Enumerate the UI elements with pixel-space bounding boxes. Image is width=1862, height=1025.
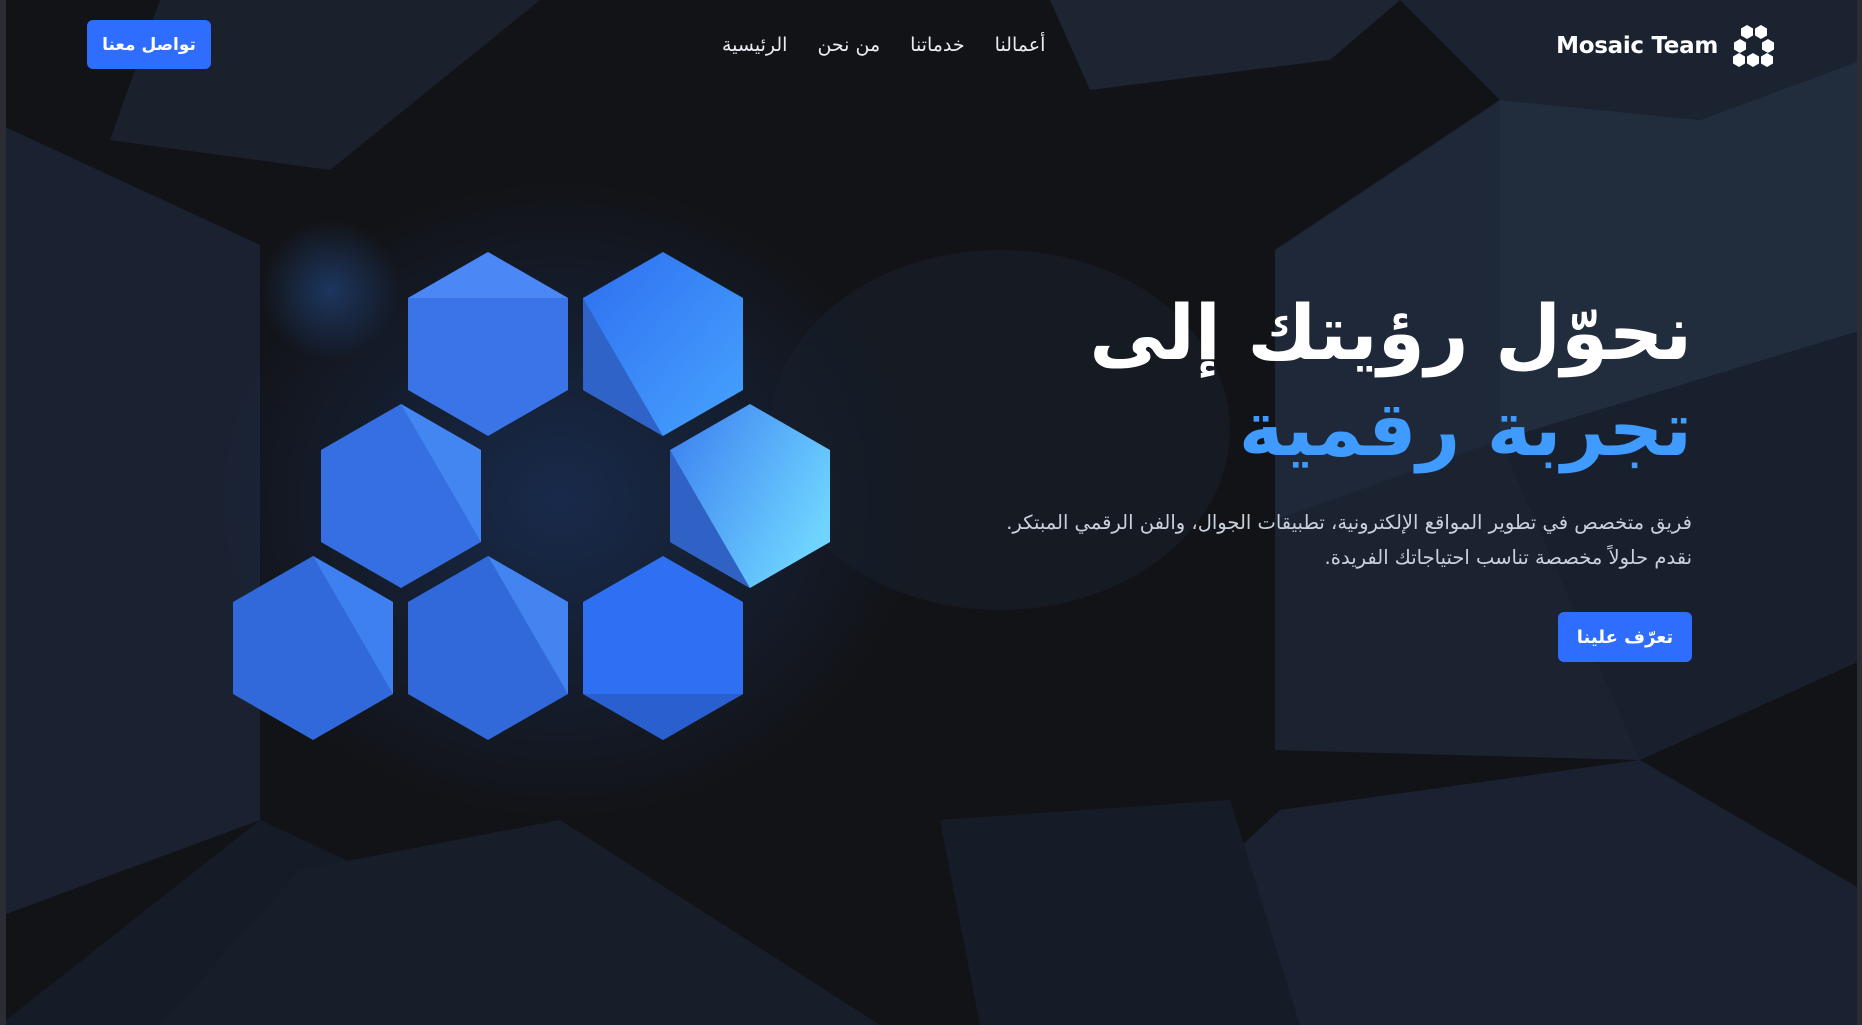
hexagon-cluster-icon xyxy=(1733,25,1774,67)
main-nav: الرئيسية من نحن خدماتنا أعمالنا xyxy=(722,30,1045,60)
hex-tile xyxy=(408,556,568,740)
nav-link-home[interactable]: الرئيسية xyxy=(722,30,787,60)
window-edge-right xyxy=(1857,0,1862,1025)
hero-description: فريق متخصص في تطوير المواقع الإلكترونية،… xyxy=(1006,511,1692,569)
hex-tile xyxy=(408,252,568,436)
hex-tile xyxy=(321,404,481,588)
brand-name: Mosaic Team xyxy=(1556,33,1718,59)
nav-link-services[interactable]: خدماتنا xyxy=(910,30,965,60)
hex-tile xyxy=(233,556,393,740)
hexagon-mosaic-illustration xyxy=(233,252,830,740)
hex-tile xyxy=(583,556,743,740)
brand-logo[interactable]: Mosaic Team xyxy=(1556,22,1780,70)
hero-title-line1: نحوّل رؤيتك إلى xyxy=(1089,288,1692,377)
hero-title-accent: تجربة رقمية xyxy=(1238,384,1692,473)
hex-tile xyxy=(670,404,830,588)
nav-link-about[interactable]: من نحن xyxy=(817,30,880,60)
top-navbar: Mosaic Team الرئيسية من نحن خدماتنا أعما… xyxy=(0,0,1862,92)
about-us-button[interactable]: تعرّف علينا xyxy=(1558,612,1692,662)
hero-title: نحوّل رؤيتك إلى تجربة رقمية xyxy=(972,285,1692,477)
nav-link-portfolio[interactable]: أعمالنا xyxy=(995,30,1046,60)
page-frame: Mosaic Team الرئيسية من نحن خدماتنا أعما… xyxy=(0,0,1862,1025)
hero-section: نحوّل رؤيتك إلى تجربة رقمية فريق متخصص ف… xyxy=(972,285,1692,575)
contact-button[interactable]: تواصل معنا xyxy=(87,20,211,69)
hex-tile xyxy=(583,252,743,436)
window-edge-left xyxy=(0,0,6,1025)
